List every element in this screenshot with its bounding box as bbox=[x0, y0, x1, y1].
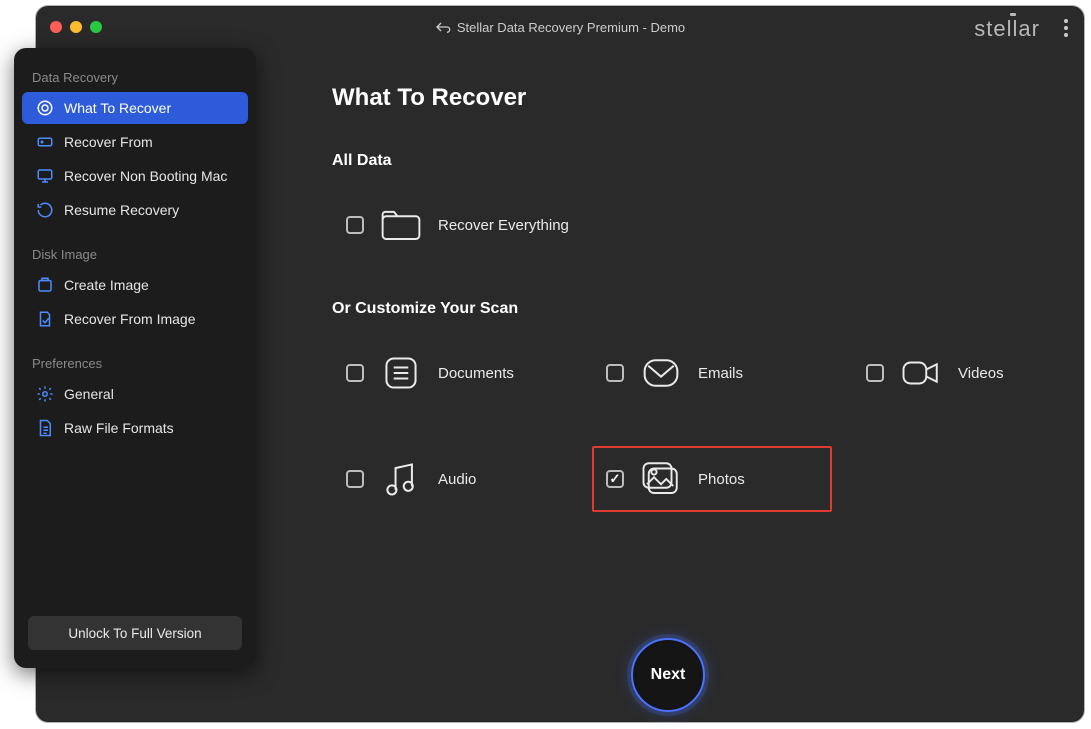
option-recover-everything[interactable]: Recover Everything bbox=[332, 192, 632, 258]
next-button[interactable]: Next bbox=[631, 638, 705, 712]
main-content: What To Recover All Data Recover Everyth… bbox=[276, 62, 1060, 698]
drive-icon bbox=[36, 133, 54, 151]
option-label: Photos bbox=[698, 471, 745, 488]
emails-icon bbox=[640, 352, 682, 394]
option-label: Emails bbox=[698, 365, 743, 382]
maximize-window-button[interactable] bbox=[90, 21, 102, 33]
create-image-icon bbox=[36, 276, 54, 294]
sidebar-item-label: Create Image bbox=[64, 277, 149, 293]
option-audio[interactable]: Audio bbox=[332, 446, 572, 512]
sidebar-item-label: Recover From bbox=[64, 134, 153, 150]
documents-icon bbox=[380, 352, 422, 394]
close-window-button[interactable] bbox=[50, 21, 62, 33]
sidebar-section-title: Data Recovery bbox=[14, 62, 256, 91]
sidebar-item-label: Raw File Formats bbox=[64, 420, 174, 436]
checkbox-documents[interactable] bbox=[346, 364, 364, 382]
page-title: What To Recover bbox=[332, 84, 1060, 112]
monitor-icon bbox=[36, 167, 54, 185]
window-controls bbox=[50, 21, 102, 33]
checkbox-audio[interactable] bbox=[346, 470, 364, 488]
option-photos[interactable]: Photos bbox=[592, 446, 832, 512]
sidebar-item-recover-non-booting-mac[interactable]: Recover Non Booting Mac bbox=[22, 160, 248, 192]
option-label: Documents bbox=[438, 365, 514, 382]
option-label: Recover Everything bbox=[438, 217, 569, 234]
back-arrow-icon bbox=[435, 20, 451, 34]
sidebar-item-recover-from[interactable]: Recover From bbox=[22, 126, 248, 158]
sidebar-item-recover-from-image[interactable]: Recover From Image bbox=[22, 303, 248, 335]
sidebar: Data Recovery What To Recover Recover Fr… bbox=[14, 48, 256, 668]
option-videos[interactable]: Videos bbox=[852, 340, 1091, 406]
recover-image-icon bbox=[36, 310, 54, 328]
target-icon bbox=[36, 99, 54, 117]
sidebar-section-title: Preferences bbox=[14, 348, 256, 377]
folder-icon bbox=[380, 204, 422, 246]
section-title-customize: Or Customize Your Scan bbox=[332, 300, 1060, 318]
more-menu-button[interactable] bbox=[1064, 16, 1068, 40]
audio-icon bbox=[380, 458, 422, 500]
minimize-window-button[interactable] bbox=[70, 21, 82, 33]
sidebar-item-general[interactable]: General bbox=[22, 378, 248, 410]
sidebar-section-title: Disk Image bbox=[14, 239, 256, 268]
checkbox-videos[interactable] bbox=[866, 364, 884, 382]
sidebar-item-resume-recovery[interactable]: Resume Recovery bbox=[22, 194, 248, 226]
option-emails[interactable]: Emails bbox=[592, 340, 832, 406]
sidebar-item-label: General bbox=[64, 386, 114, 402]
option-documents[interactable]: Documents bbox=[332, 340, 572, 406]
checkbox-recover-everything[interactable] bbox=[346, 216, 364, 234]
brand-logo: stellar bbox=[974, 16, 1040, 42]
checkbox-photos[interactable] bbox=[606, 470, 624, 488]
sidebar-item-label: Recover From Image bbox=[64, 311, 195, 327]
option-label: Audio bbox=[438, 471, 476, 488]
photos-icon bbox=[640, 458, 682, 500]
section-title-all-data: All Data bbox=[332, 152, 1060, 170]
videos-icon bbox=[900, 352, 942, 394]
window-title: Stellar Data Recovery Premium - Demo bbox=[36, 20, 1084, 35]
sidebar-item-raw-file-formats[interactable]: Raw File Formats bbox=[22, 412, 248, 444]
sidebar-item-label: Resume Recovery bbox=[64, 202, 179, 218]
sidebar-item-what-to-recover[interactable]: What To Recover bbox=[22, 92, 248, 124]
checkbox-emails[interactable] bbox=[606, 364, 624, 382]
titlebar: Stellar Data Recovery Premium - Demo ste… bbox=[36, 6, 1084, 48]
option-label: Videos bbox=[958, 365, 1004, 382]
app-window: Stellar Data Recovery Premium - Demo ste… bbox=[36, 6, 1084, 722]
sidebar-item-create-image[interactable]: Create Image bbox=[22, 269, 248, 301]
file-list-icon bbox=[36, 419, 54, 437]
gear-icon bbox=[36, 385, 54, 403]
unlock-full-version-button[interactable]: Unlock To Full Version bbox=[28, 616, 242, 650]
sidebar-item-label: Recover Non Booting Mac bbox=[64, 168, 227, 184]
resume-icon bbox=[36, 201, 54, 219]
sidebar-item-label: What To Recover bbox=[64, 100, 171, 116]
